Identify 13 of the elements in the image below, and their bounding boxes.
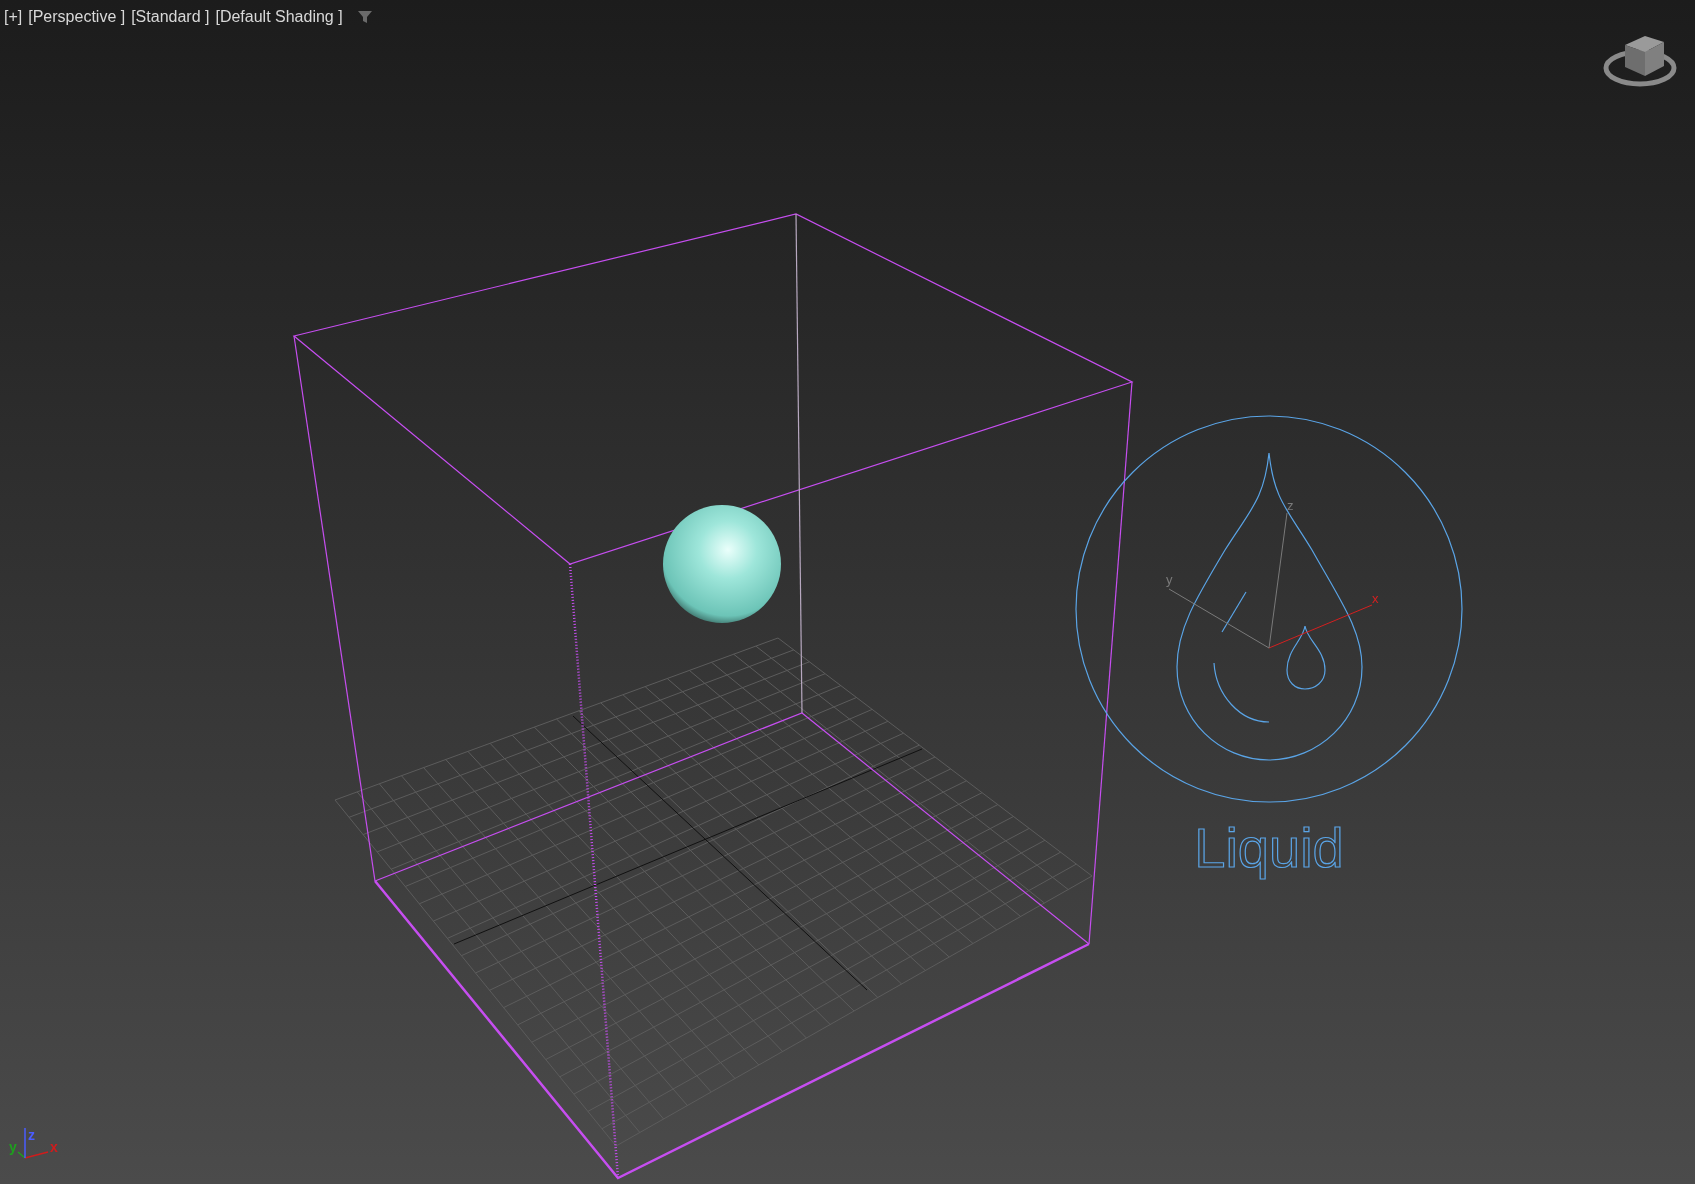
view-cube-icon[interactable]: [1603, 36, 1677, 87]
helper-label: Liquid: [1194, 816, 1344, 879]
viewport-menu-label[interactable]: [Default Shading ]: [215, 5, 343, 29]
viewport-menu-label[interactable]: [Standard ]: [131, 5, 210, 29]
gizmo-axis-label: x: [1372, 591, 1379, 606]
viewport-menu-label[interactable]: [Perspective ]: [28, 5, 126, 29]
gizmo-axis-label: z: [1287, 498, 1294, 513]
axis-tripod-label: z: [28, 1127, 35, 1143]
viewport-menu-label[interactable]: [+]: [4, 5, 23, 29]
axis-tripod-label: y: [9, 1139, 17, 1155]
filter-icon[interactable]: [356, 9, 373, 25]
axis-tripod-label: x: [50, 1139, 58, 1155]
gizmo-axis-label: y: [1166, 572, 1173, 587]
